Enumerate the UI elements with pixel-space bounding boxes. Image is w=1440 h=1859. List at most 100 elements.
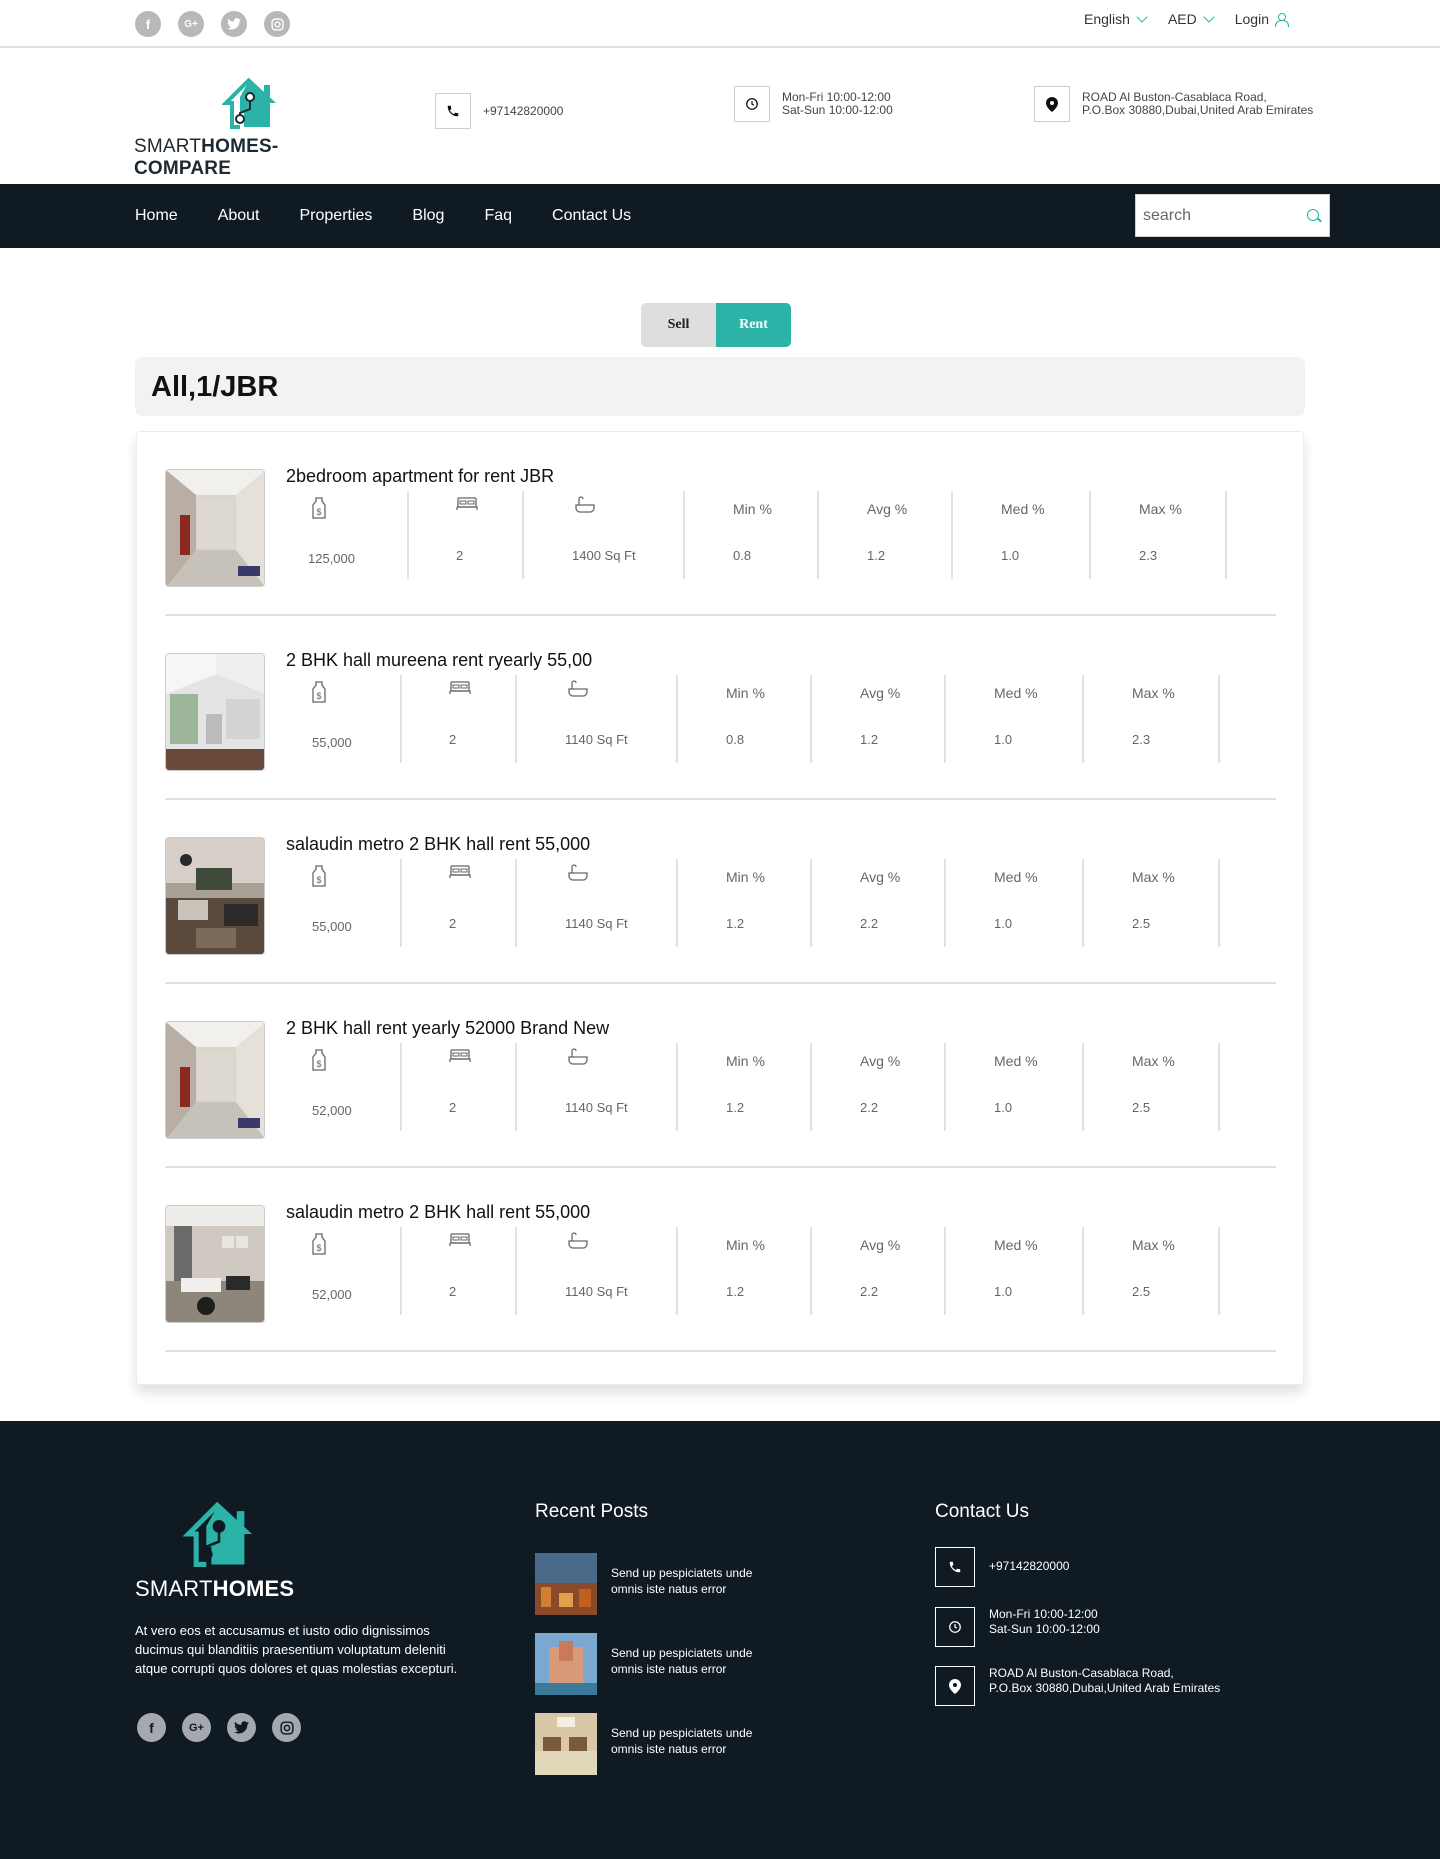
header-hours: Mon-Fri 10:00-12:00 Sat-Sun 10:00-12:00 [734,86,893,122]
listing-photo[interactable] [165,1205,265,1323]
top-right-menu: English AED Login [1084,10,1289,27]
max-label: Max % [1139,501,1182,517]
min-value: 1.2 [726,1284,745,1299]
google-plus-icon[interactable]: G+ [178,11,204,37]
beds-cell: 2 [409,491,524,579]
svg-text:$: $ [316,875,321,885]
recent-post[interactable]: Send up pespiciatets unde omnis iste nat… [535,1713,835,1775]
nav-item-home[interactable]: Home [135,207,178,225]
currency-label: AED [1167,11,1197,27]
nav-item-faq[interactable]: Faq [484,207,512,225]
price-value: 52,000 [312,1103,352,1118]
listing-row[interactable]: 2 BHK hall mureena rent ryearly 55,00 $ … [165,616,1276,800]
listing-photo[interactable] [165,1021,265,1139]
page-title: All,1/JBR [151,371,279,403]
listing-title[interactable]: salaudin metro 2 BHK hall rent 55,000 [286,834,590,855]
post-thumbnail[interactable] [535,1713,597,1775]
avg-value: 1.2 [867,548,886,563]
max-cell: Max % 2.3 [1091,491,1227,579]
beds-cell: 2 [402,859,517,947]
header-phone-text: +97142820000 [483,103,564,118]
max-value: 2.5 [1132,916,1151,931]
recent-post[interactable]: Send up pespiciatets unde omnis iste nat… [535,1553,835,1615]
price-value: 125,000 [308,551,355,566]
sell-rent-toggle: Sell Rent [641,303,791,347]
area-cell: 1400 Sq Ft [524,491,685,579]
bed-icon [449,1048,471,1069]
med-cell: Med % 1.0 [946,675,1084,763]
post-text-line1: Send up pespiciatets unde [611,1566,753,1580]
min-label: Min % [733,501,772,517]
twitter-icon[interactable] [221,11,247,37]
footer-address-text: ROAD Al Buston-Casablaca Road, P.O.Box 3… [989,1666,1220,1696]
bed-icon [456,496,478,517]
avg-cell: Avg % 2.2 [812,1043,946,1131]
recent-post[interactable]: Send up pespiciatets unde omnis iste nat… [535,1633,835,1695]
price-cell: $ 125,000 [286,491,409,579]
max-value: 2.5 [1132,1284,1151,1299]
med-label: Med % [994,869,1038,885]
login-link[interactable]: Login [1235,11,1289,27]
med-value: 1.0 [1001,548,1020,563]
price-tag-icon: $ [312,1048,326,1077]
svg-text:$: $ [316,691,321,701]
instagram-icon[interactable] [264,11,290,37]
nav-item-contact-us[interactable]: Contact Us [552,207,631,225]
max-cell: Max % 2.5 [1084,859,1220,947]
twitter-icon[interactable] [227,1713,256,1742]
nav-item-properties[interactable]: Properties [300,207,373,225]
facebook-icon[interactable]: f [135,11,161,37]
listing-row[interactable]: 2bedroom apartment for rent JBR $ 125,00… [165,432,1276,616]
location-pin-icon [1034,86,1070,122]
nav-item-about[interactable]: About [218,207,260,225]
listing-title[interactable]: 2bedroom apartment for rent JBR [286,466,554,487]
min-value: 1.2 [726,916,745,931]
area-cell: 1140 Sq Ft [517,675,678,763]
price-cell: $ 55,000 [286,675,402,763]
sell-tab[interactable]: Sell [641,303,716,347]
min-cell: Min % 1.2 [678,1043,812,1131]
nav-item-blog[interactable]: Blog [412,207,444,225]
listing-row[interactable]: 2 BHK hall rent yearly 52000 Brand New $… [165,984,1276,1168]
currency-select[interactable]: AED [1167,10,1215,27]
listing-title[interactable]: 2 BHK hall rent yearly 52000 Brand New [286,1018,609,1039]
avg-cell: Avg % 2.2 [812,1227,946,1315]
min-label: Min % [726,1053,765,1069]
listing-row[interactable]: salaudin metro 2 BHK hall rent 55,000 $ … [165,1168,1276,1352]
facebook-icon[interactable]: f [137,1713,166,1742]
contact-us-heading: Contact Us [935,1501,1029,1522]
listing-photo[interactable] [165,469,265,587]
listing-photo[interactable] [165,653,265,771]
avg-value: 2.2 [860,1284,879,1299]
listing-title[interactable]: 2 BHK hall mureena rent ryearly 55,00 [286,650,592,671]
house-logo-icon [221,77,374,134]
logo[interactable]: SMARTHOMES-COMPARE [134,77,374,180]
price-cell: $ 52,000 [286,1227,402,1315]
avg-cell: Avg % 1.2 [812,675,946,763]
max-cell: Max % 2.5 [1084,1227,1220,1315]
med-label: Med % [994,1237,1038,1253]
footer-logo[interactable]: SMARTHOMES [135,1501,294,1602]
post-text-line2: omnis iste natus error [611,1662,727,1676]
search-icon[interactable] [1307,209,1319,221]
post-thumbnail[interactable] [535,1633,597,1695]
med-cell: Med % 1.0 [946,1227,1084,1315]
language-select[interactable]: English [1084,10,1148,27]
rent-tab[interactable]: Rent [716,303,791,347]
instagram-icon[interactable] [272,1713,301,1742]
med-cell: Med % 1.0 [953,491,1091,579]
med-value: 1.0 [994,916,1013,931]
listing-photo[interactable] [165,837,265,955]
listing-title[interactable]: salaudin metro 2 BHK hall rent 55,000 [286,1202,590,1223]
listing-row[interactable]: salaudin metro 2 BHK hall rent 55,000 $ … [165,800,1276,984]
post-text-line1: Send up pespiciatets unde [611,1726,753,1740]
search-input[interactable] [1136,195,1296,236]
price-tag-icon: $ [312,1232,326,1261]
google-plus-icon[interactable]: G+ [182,1713,211,1742]
listings-card: 2bedroom apartment for rent JBR $ 125,00… [136,431,1304,1385]
med-label: Med % [994,685,1038,701]
avg-label: Avg % [860,1053,901,1069]
post-thumbnail[interactable] [535,1553,597,1615]
chevron-down-icon [1136,10,1148,23]
price-tag-icon: $ [312,680,326,709]
